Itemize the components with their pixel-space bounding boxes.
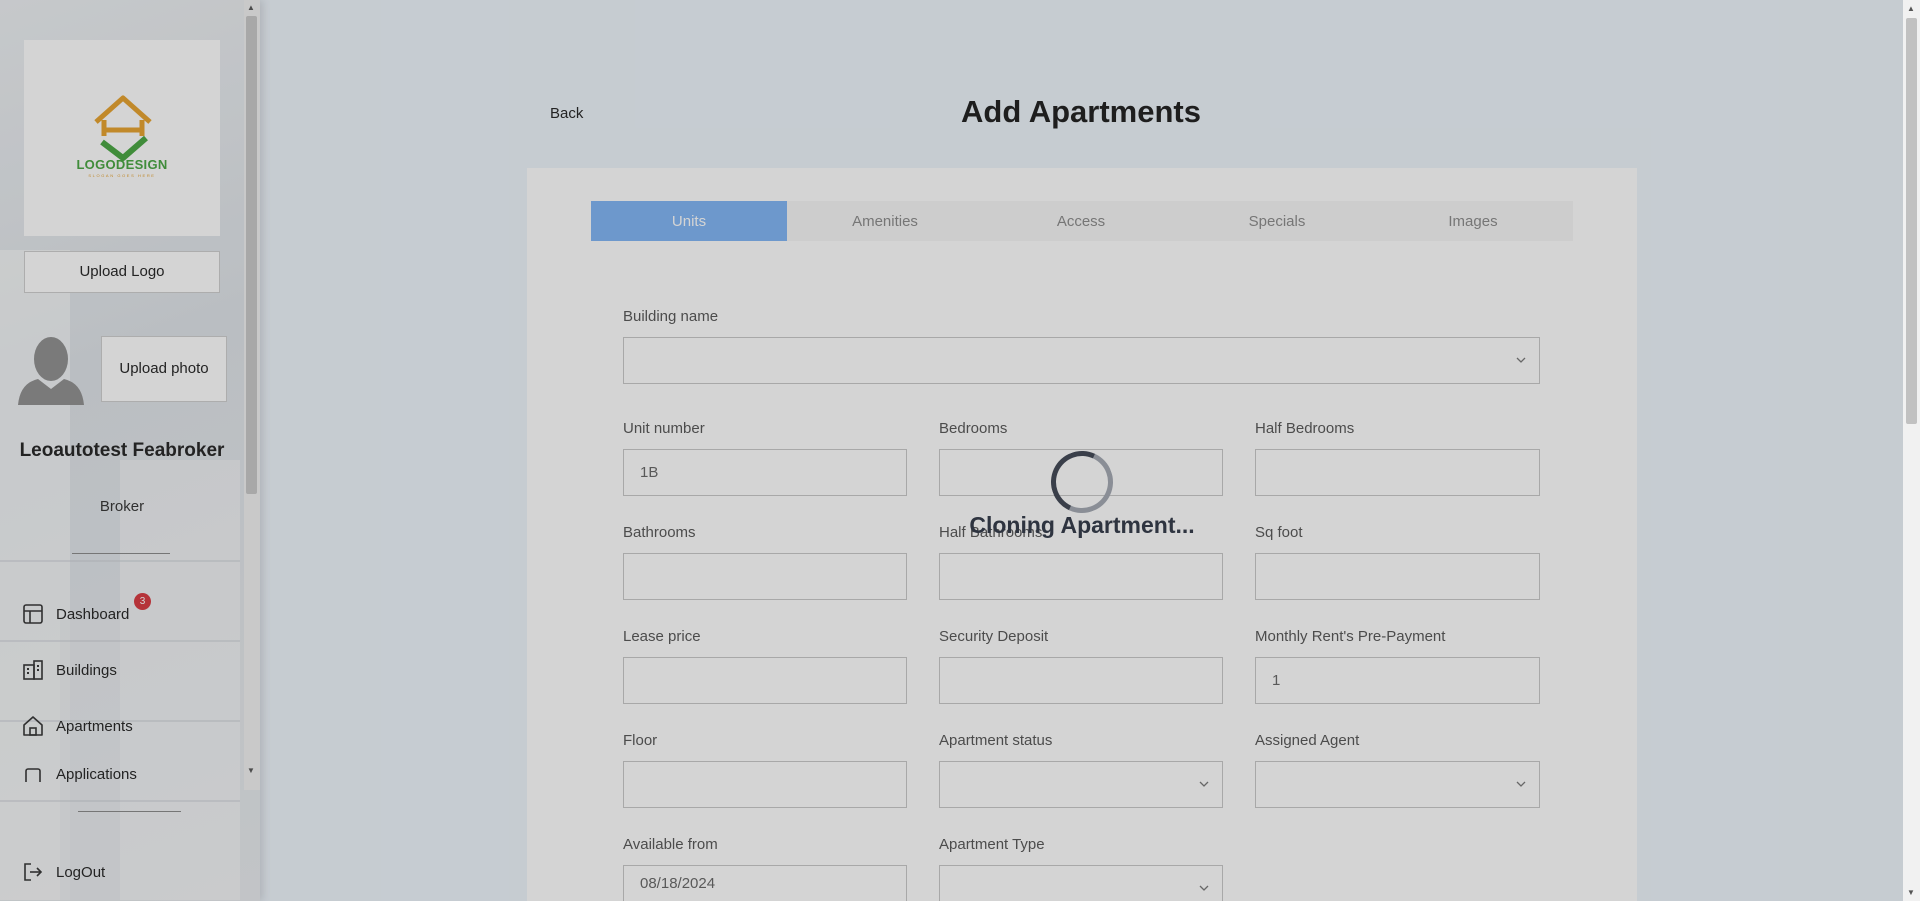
loading-overlay [0, 0, 1920, 901]
scroll-down-arrow-icon[interactable]: ▼ [1907, 888, 1915, 897]
loading-text: Cloning Apartment... [969, 512, 1195, 538]
scroll-up-arrow-icon[interactable]: ▲ [1907, 4, 1915, 13]
page-scrollbar-thumb[interactable] [1906, 18, 1917, 424]
